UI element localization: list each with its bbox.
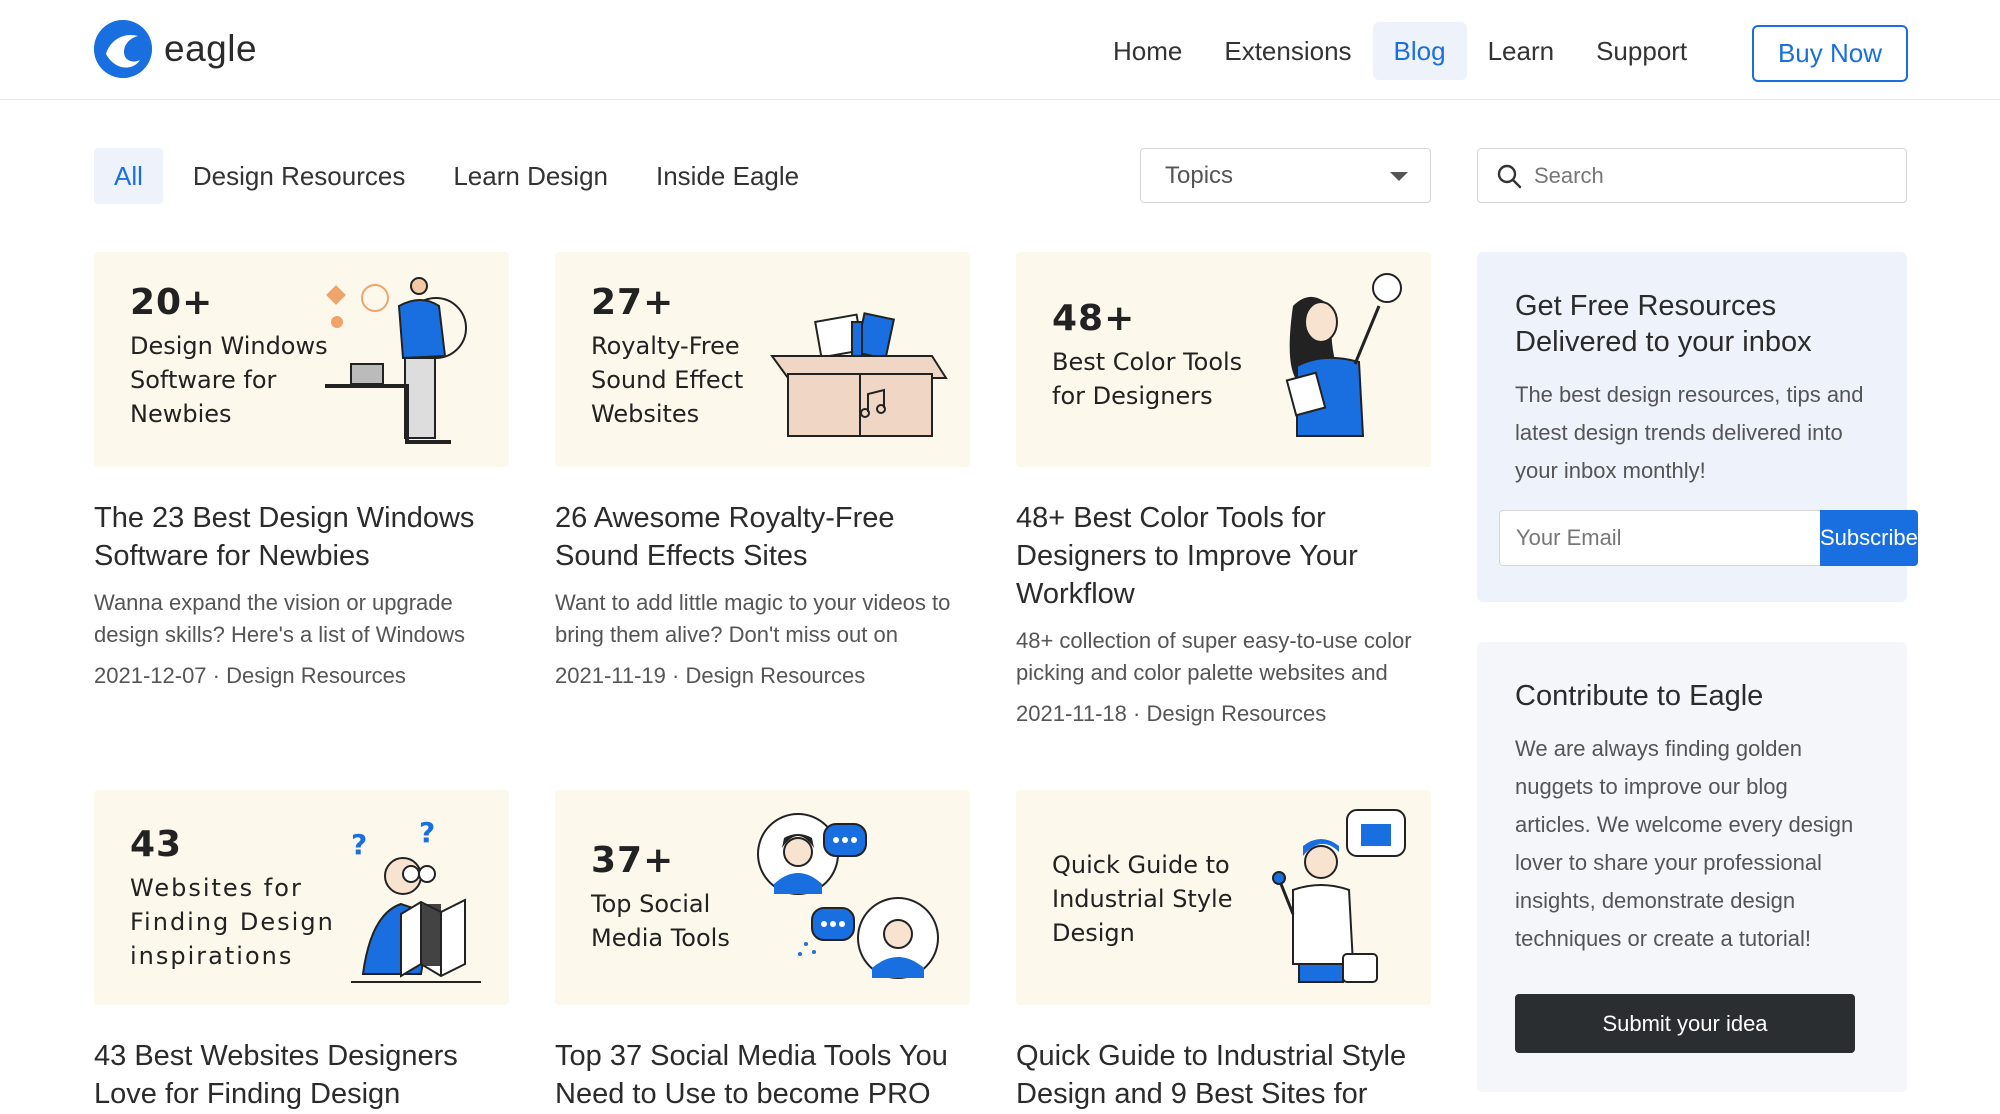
nav-blog[interactable]: Blog (1372, 22, 1467, 80)
article-excerpt: Want to add little magic to your videos … (555, 590, 951, 647)
woman-with-magnifier-illustration (1263, 266, 1413, 461)
article-thumbnail[interactable]: 48+ Best Color Tools for Designers (1016, 252, 1431, 467)
newsletter-panel: Get Free Resources Delivered to your inb… (1477, 252, 1918, 602)
thumbnail-number: 37+ (591, 840, 675, 881)
article-card[interactable]: 43 Websites for Finding Design inspirati… (94, 790, 509, 1113)
thumbnail-line: Finding Design (130, 908, 335, 936)
article-thumbnail[interactable]: 37+ Top Social Media Tools (555, 790, 970, 1005)
article-thumbnail[interactable]: 43 Websites for Finding Design inspirati… (94, 790, 509, 1005)
svg-text:?: ? (419, 816, 435, 849)
article-title[interactable]: 43 Best Websites Designers Love for Find… (94, 1037, 509, 1113)
article-card[interactable]: 37+ Top Social Media Tools Top 37 Social… (555, 790, 970, 1113)
thumbnail-line: Sound Effect (591, 366, 744, 394)
article-date: 2021-12-07 (94, 663, 207, 688)
thumbnail-line: for Designers (1052, 382, 1213, 410)
article-category[interactable]: Design Resources (1146, 701, 1326, 726)
explorer-with-binoculars-illustration: ? ? (341, 804, 491, 999)
main-nav: Home Extensions Blog Learn Support (1092, 22, 1708, 80)
thumbnail-line: Quick Guide to (1052, 851, 1230, 879)
thumbnail-number: 48+ (1052, 298, 1136, 339)
thumbnail-line: Software for (130, 366, 277, 394)
article-meta: 2021-12-07 · Design Resources (94, 660, 509, 692)
meta-separator: · (212, 663, 227, 688)
article-thumbnail[interactable]: Quick Guide to Industrial Style Design (1016, 790, 1431, 1005)
nav-learn[interactable]: Learn (1467, 22, 1576, 80)
svg-text:?: ? (351, 828, 367, 861)
article-meta: 2021-11-18 · Design Resources (1016, 698, 1431, 730)
logo[interactable]: eagle (94, 20, 257, 78)
thumbnail-line: Media Tools (591, 924, 730, 952)
submit-idea-button[interactable]: Submit your idea (1515, 994, 1855, 1053)
thumbnail-line: Websites (591, 400, 700, 428)
thumbnail-number: 20+ (130, 282, 214, 323)
contribute-body: We are always finding golden nuggets to … (1515, 736, 1854, 951)
article-title[interactable]: 48+ Best Color Tools for Designers to Im… (1016, 499, 1431, 613)
thumbnail-line: Design (1052, 919, 1135, 947)
email-field[interactable] (1499, 510, 1820, 566)
thumbnail-line: Top Social (591, 890, 711, 918)
article-thumbnail[interactable]: 27+ Royalty-Free Sound Effect Websites (555, 252, 970, 467)
filter-learn-design[interactable]: Learn Design (435, 148, 626, 204)
thumbnail-line: Industrial Style (1052, 885, 1233, 913)
article-title[interactable]: The 23 Best Design Windows Software for … (94, 499, 509, 575)
meta-separator: · (672, 663, 686, 688)
nav-support[interactable]: Support (1575, 22, 1708, 80)
article-card[interactable]: 20+ Design Windows Software for Newbies … (94, 252, 509, 692)
contribute-title: Contribute to Eagle (1515, 680, 1764, 712)
search-box[interactable] (1477, 148, 1907, 203)
nav-extensions[interactable]: Extensions (1203, 22, 1372, 80)
article-title[interactable]: Quick Guide to Industrial Style Design a… (1016, 1037, 1431, 1113)
thumbnail-line: Websites for (130, 874, 303, 902)
article-category[interactable]: Design Resources (685, 663, 865, 688)
logo-text: eagle (164, 28, 258, 69)
thumbnail-line: Best Color Tools (1052, 348, 1243, 376)
newsletter-body: The best design resources, tips and late… (1515, 382, 1864, 483)
designer-at-desk-illustration (311, 266, 491, 461)
site-header: eagle Home Extensions Blog Learn Support… (0, 0, 2000, 100)
search-input[interactable] (1534, 162, 1894, 189)
article-card[interactable]: 27+ Royalty-Free Sound Effect Websites 2… (555, 252, 970, 692)
filter-inside-eagle[interactable]: Inside Eagle (638, 148, 817, 204)
article-date: 2021-11-19 (555, 663, 666, 688)
social-chat-illustration (752, 804, 952, 999)
article-card[interactable]: 48+ Best Color Tools for Designers 48+ B… (1016, 252, 1431, 730)
article-card[interactable]: Quick Guide to Industrial Style Design Q… (1016, 790, 1431, 1113)
buy-now-button[interactable]: Buy Now (1752, 25, 1908, 82)
article-meta: 2021-11-19 · Design Resources (555, 660, 970, 692)
filter-design-resources[interactable]: Design Resources (175, 148, 423, 204)
thumbnail-line: inspirations (130, 942, 294, 970)
filter-all[interactable]: All (94, 148, 163, 204)
article-excerpt: 48+ collection of super easy-to-use colo… (1016, 628, 1412, 685)
subscribe-form: Subscribe (1499, 510, 1918, 566)
topics-dropdown[interactable]: Topics (1140, 148, 1431, 203)
article-excerpt: Wanna expand the vision or upgrade desig… (94, 590, 466, 647)
industrial-designer-illustration (1263, 804, 1413, 999)
article-title[interactable]: 26 Awesome Royalty-Free Sound Effects Si… (555, 499, 970, 575)
thumbnail-line: Design Windows (130, 332, 328, 360)
thumbnail-line: Royalty-Free (591, 332, 740, 360)
search-icon (1496, 163, 1522, 189)
contribute-panel: Contribute to Eagle We are always findin… (1477, 642, 1907, 1092)
article-thumbnail[interactable]: 20+ Design Windows Software for Newbies (94, 252, 509, 467)
article-category[interactable]: Design Resources (226, 663, 406, 688)
thumbnail-number: 27+ (591, 282, 675, 323)
nav-home[interactable]: Home (1092, 22, 1203, 80)
subscribe-button[interactable]: Subscribe (1820, 510, 1918, 566)
article-title[interactable]: Top 37 Social Media Tools You Need to Us… (555, 1037, 970, 1113)
topics-label: Topics (1165, 161, 1234, 189)
sound-box-illustration (762, 312, 952, 447)
category-filters: All Design Resources Learn Design Inside… (94, 148, 829, 204)
eagle-logo-icon (94, 20, 152, 78)
article-date: 2021-11-18 (1016, 701, 1127, 726)
caret-down-icon (1390, 172, 1408, 181)
newsletter-title: Get Free Resources Delivered to your inb… (1515, 290, 1812, 358)
thumbnail-number: 43 (130, 824, 183, 865)
meta-separator: · (1133, 701, 1147, 726)
thumbnail-line: Newbies (130, 400, 232, 428)
